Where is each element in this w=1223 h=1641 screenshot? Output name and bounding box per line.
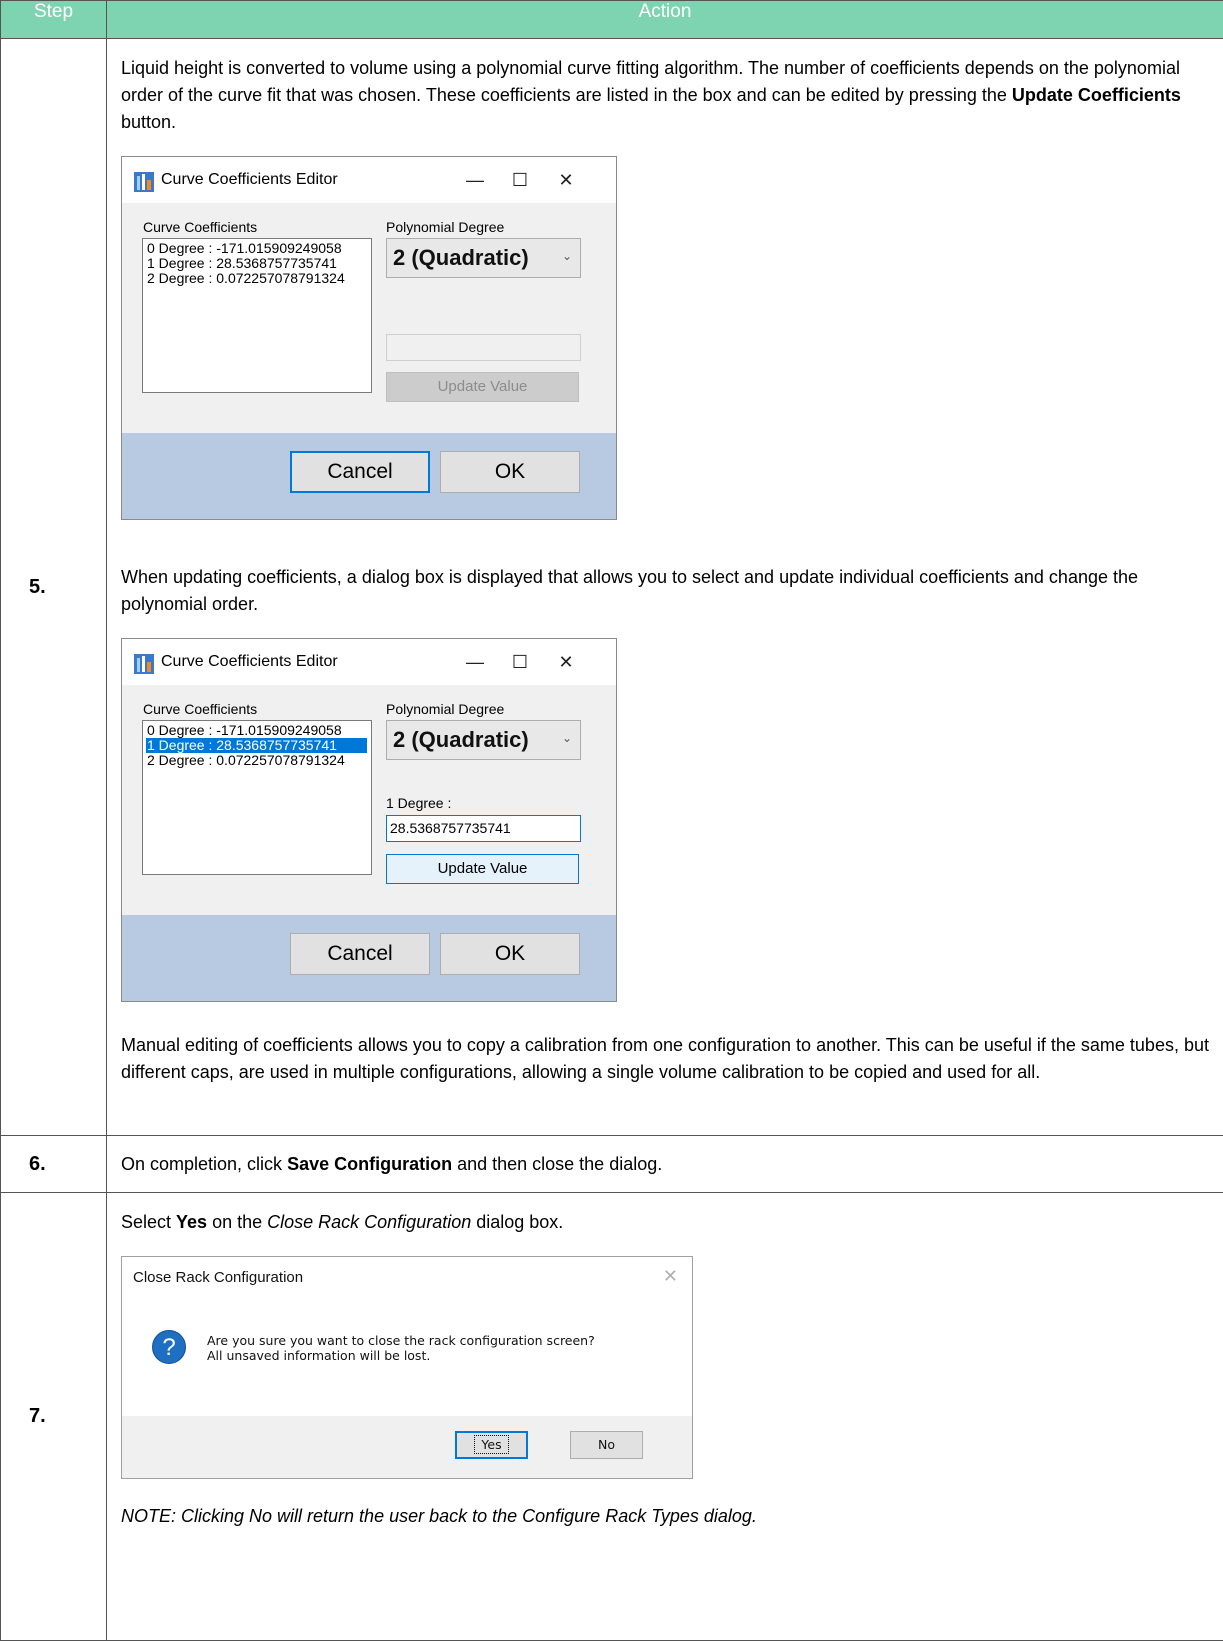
header-step: Step [1,1,107,39]
list-item[interactable]: 0 Degree : -171.015909249058 [146,241,371,256]
list-item[interactable]: 0 Degree : -171.015909249058 [146,723,371,738]
yes-label: Yes [475,1436,507,1453]
curve-coefficients-editor-dialog: Curve Coefficients Editor — ☐ ✕ Curve Co… [121,156,617,520]
step-text: Manual editing of coefficients allows yo… [121,1032,1209,1086]
italic-term: Close Rack Configuration [267,1212,471,1232]
step-text: Liquid height is converted to volume usi… [121,55,1209,136]
bold-term: Yes [176,1212,207,1232]
degree-label: Polynomial Degree [386,701,504,717]
minimize-button[interactable]: — [452,165,498,195]
table-row: 5. Liquid height is converted to volume … [1,39,1223,1136]
minimize-button[interactable]: — [452,647,498,677]
chevron-down-icon: ⌄ [562,731,572,745]
cancel-button[interactable]: Cancel [290,451,430,493]
step-number: 6. [1,1136,107,1193]
value-input[interactable]: 28.5368757735741 [386,815,581,842]
step-text: Select Yes on the Close Rack Configurati… [121,1209,1209,1236]
coefficients-label: Curve Coefficients [143,219,257,235]
coefficients-list[interactable]: 0 Degree : -171.015909249058 1 Degree : … [142,720,372,875]
text-run: button. [121,112,176,132]
degree-select[interactable]: 2 (Quadratic) ⌄ [386,238,581,278]
degree-value: 2 (Quadratic) [393,245,529,271]
close-button[interactable]: ✕ [543,647,589,677]
list-item[interactable]: 2 Degree : 0.072257078791324 [146,271,371,286]
text-run: Select [121,1212,176,1232]
step-text: On completion, click Save Configuration … [121,1151,1209,1178]
degree-select[interactable]: 2 (Quadratic) ⌄ [386,720,581,760]
dialog-footer: Cancel OK [122,915,616,1001]
bold-term: Save Configuration [287,1154,452,1174]
list-item-selected[interactable]: 1 Degree : 28.5368757735741 [146,738,367,753]
procedure-table: Step Action 5. Liquid height is converte… [0,0,1223,1641]
message-line: Are you sure you want to close the rack … [207,1333,595,1348]
chevron-down-icon: ⌄ [562,249,572,263]
yes-button[interactable]: Yes [455,1431,528,1459]
step-number: 5. [1,39,107,1136]
header-action: Action [107,1,1223,39]
ok-button[interactable]: OK [440,933,580,975]
value-input[interactable] [386,334,581,361]
dialog-title: Curve Coefficients Editor [161,653,338,671]
degree-label: Polynomial Degree [386,219,504,235]
coefficients-label: Curve Coefficients [143,701,257,717]
step-text: When updating coefficients, a dialog box… [121,564,1209,618]
app-icon [134,172,154,192]
dialog-title: Curve Coefficients Editor [161,171,338,189]
cancel-button[interactable]: Cancel [290,933,430,975]
text-run: dialog box. [471,1212,563,1232]
message-line: All unsaved information will be lost. [207,1348,595,1363]
maximize-button[interactable]: ☐ [497,647,543,677]
note-text: NOTE: Clicking No will return the user b… [121,1503,1209,1530]
title-bar: Curve Coefficients Editor — ☐ ✕ [122,157,616,203]
curve-coefficients-editor-dialog: Curve Coefficients Editor — ☐ ✕ Curve Co… [121,638,617,1002]
list-item[interactable]: 2 Degree : 0.072257078791324 [146,753,371,768]
step-action: Liquid height is converted to volume usi… [107,39,1223,1136]
title-bar: Curve Coefficients Editor — ☐ ✕ [122,639,616,685]
table-header-row: Step Action [1,1,1223,39]
table-row: 6. On completion, click Save Configurati… [1,1136,1223,1193]
dialog-title: Close Rack Configuration [133,1269,303,1286]
close-icon[interactable]: ✕ [663,1266,678,1287]
bold-term: Update Coefficients [1012,85,1181,105]
table-row: 7. Select Yes on the Close Rack Configur… [1,1193,1223,1641]
list-item[interactable]: 1 Degree : 28.5368757735741 [146,256,371,271]
question-icon: ? [152,1330,186,1364]
close-rack-configuration-dialog: Close Rack Configuration ✕ ? Are you sur… [121,1256,693,1479]
dialog-footer: Yes No [122,1416,692,1478]
step-action: Select Yes on the Close Rack Configurati… [107,1193,1223,1641]
update-value-button[interactable]: Update Value [386,372,579,402]
update-value-button[interactable]: Update Value [386,854,579,884]
selected-degree-label: 1 Degree : [386,795,451,811]
coefficients-list[interactable]: 0 Degree : -171.015909249058 1 Degree : … [142,238,372,393]
step-number: 7. [1,1193,107,1641]
no-button[interactable]: No [570,1431,643,1459]
degree-value: 2 (Quadratic) [393,727,529,753]
ok-button[interactable]: OK [440,451,580,493]
text-run: and then close the dialog. [452,1154,662,1174]
text-run: on the [207,1212,267,1232]
dialog-message: Are you sure you want to close the rack … [207,1333,595,1363]
step-action: On completion, click Save Configuration … [107,1136,1223,1193]
app-icon [134,654,154,674]
text-run: On completion, click [121,1154,287,1174]
maximize-button[interactable]: ☐ [497,165,543,195]
dialog-footer: Cancel OK [122,433,616,519]
close-button[interactable]: ✕ [543,165,589,195]
